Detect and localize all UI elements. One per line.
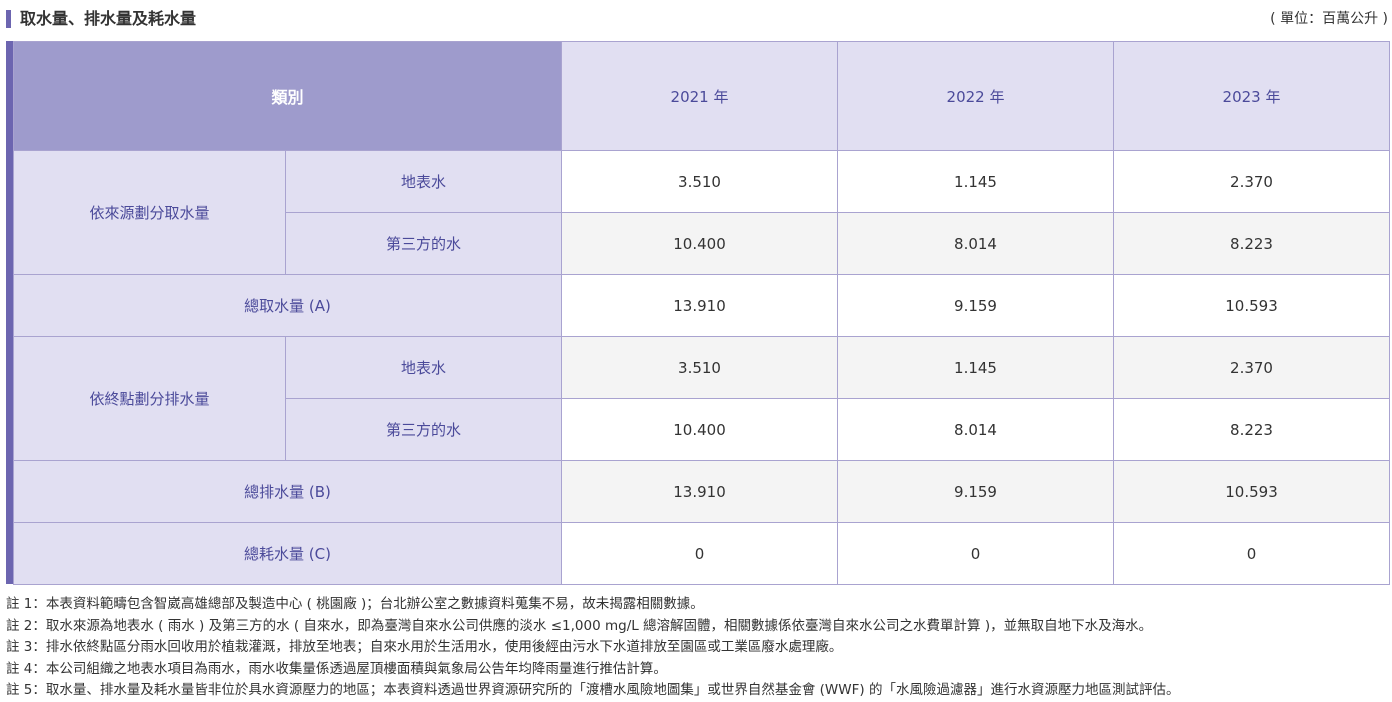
cell-w-third-2023: 8.223 bbox=[1113, 212, 1391, 275]
cell-total-consumption-2021: 0 bbox=[561, 522, 839, 585]
total-consumption-label: 總耗水量 (C) bbox=[12, 522, 563, 585]
cell-d-surface-2022: 1.145 bbox=[837, 336, 1115, 399]
table-header-row: 類別 2021 年 2022 年 2023 年 bbox=[12, 41, 1391, 151]
unit-label: ( 單位：百萬公升 ) bbox=[1270, 11, 1388, 27]
sub-surface-water: 地表水 bbox=[284, 336, 563, 399]
footnote-1: 註 1：本表資料範疇包含智崴高雄總部及製造中心 ( 桃園廠 )；台北辦公室之數據… bbox=[6, 596, 704, 612]
table-row: 總耗水量 (C) 0 0 0 bbox=[12, 522, 1391, 585]
table-row: 依終點劃分排水量 地表水 3.510 1.145 2.370 bbox=[13, 336, 1391, 461]
cell-w-surface-2023: 2.370 bbox=[1113, 150, 1391, 213]
table-row: 總取水量 (A) 13.910 9.159 10.593 bbox=[12, 274, 1391, 337]
year-header-2022: 2022 年 bbox=[837, 41, 1115, 151]
group-withdrawal-by-source: 依來源劃分取水量 bbox=[13, 150, 286, 275]
footnote-5: 註 5：取水量、排水量及耗水量皆非位於具水資源壓力的地區；本表資料透過世界資源研… bbox=[6, 682, 1180, 698]
sub-surface-water: 地表水 bbox=[284, 150, 563, 213]
title-accent-bar bbox=[6, 10, 11, 28]
water-table: 類別 2021 年 2022 年 2023 年 依來源劃分取水量 地表水 3.5… bbox=[12, 41, 1391, 585]
footnote-3: 註 3：排水依終點區分雨水回收用於植栽灌溉，排放至地表；自來水用於生活用水，使用… bbox=[6, 639, 843, 655]
cell-w-third-2021: 10.400 bbox=[561, 212, 839, 275]
cell-d-surface-2023: 2.370 bbox=[1113, 336, 1391, 399]
cell-total-discharge-2022: 9.159 bbox=[837, 460, 1115, 523]
total-discharge-label: 總排水量 (B) bbox=[12, 460, 563, 523]
cell-d-third-2021: 10.400 bbox=[561, 398, 839, 461]
cell-w-third-2022: 8.014 bbox=[837, 212, 1115, 275]
footnote-4: 註 4：本公司組織之地表水項目為雨水，雨水收集量係透過屋頂樓面積與氣象局公告年均… bbox=[6, 660, 667, 677]
group-discharge-by-destination: 依終點劃分排水量 bbox=[13, 336, 286, 461]
footnotes: 註 1：本表資料範疇包含智崴高雄總部及製造中心 ( 桃園廠 )；台北辦公室之數據… bbox=[6, 594, 1388, 702]
sub-third-party-water: 第三方的水 bbox=[284, 398, 563, 461]
sub-third-party-water: 第三方的水 bbox=[284, 212, 563, 275]
cell-total-consumption-2023: 0 bbox=[1113, 522, 1391, 585]
total-withdrawal-label: 總取水量 (A) bbox=[12, 274, 563, 337]
cell-total-discharge-2023: 10.593 bbox=[1113, 460, 1391, 523]
cell-total-withdrawal-2023: 10.593 bbox=[1113, 274, 1391, 337]
table-row: 依來源劃分取水量 地表水 3.510 1.145 2.370 bbox=[13, 150, 1391, 275]
cell-total-discharge-2021: 13.910 bbox=[561, 460, 839, 523]
year-header-2023: 2023 年 bbox=[1113, 41, 1391, 151]
cell-d-third-2023: 8.223 bbox=[1113, 398, 1391, 461]
cell-w-surface-2022: 1.145 bbox=[837, 150, 1115, 213]
cell-total-withdrawal-2021: 13.910 bbox=[561, 274, 839, 337]
cell-d-surface-2021: 3.510 bbox=[561, 336, 839, 399]
cell-d-third-2022: 8.014 bbox=[837, 398, 1115, 461]
category-header: 類別 bbox=[12, 41, 563, 151]
cell-w-surface-2021: 3.510 bbox=[561, 150, 839, 213]
table-row: 總排水量 (B) 13.910 9.159 10.593 bbox=[12, 460, 1391, 523]
section-header: 取水量、排水量及耗水量 ( 單位：百萬公升 ) bbox=[6, 8, 1388, 30]
year-header-2021: 2021 年 bbox=[561, 41, 839, 151]
section-title: 取水量、排水量及耗水量 bbox=[20, 9, 197, 28]
footnote-2: 註 2：取水來源為地表水 ( 雨水 ) 及第三方的水 ( 自來水，即為臺灣自來水… bbox=[6, 617, 1153, 634]
water-table-container: 類別 2021 年 2022 年 2023 年 依來源劃分取水量 地表水 3.5… bbox=[6, 41, 1391, 585]
cell-total-consumption-2022: 0 bbox=[837, 522, 1115, 585]
cell-total-withdrawal-2022: 9.159 bbox=[837, 274, 1115, 337]
